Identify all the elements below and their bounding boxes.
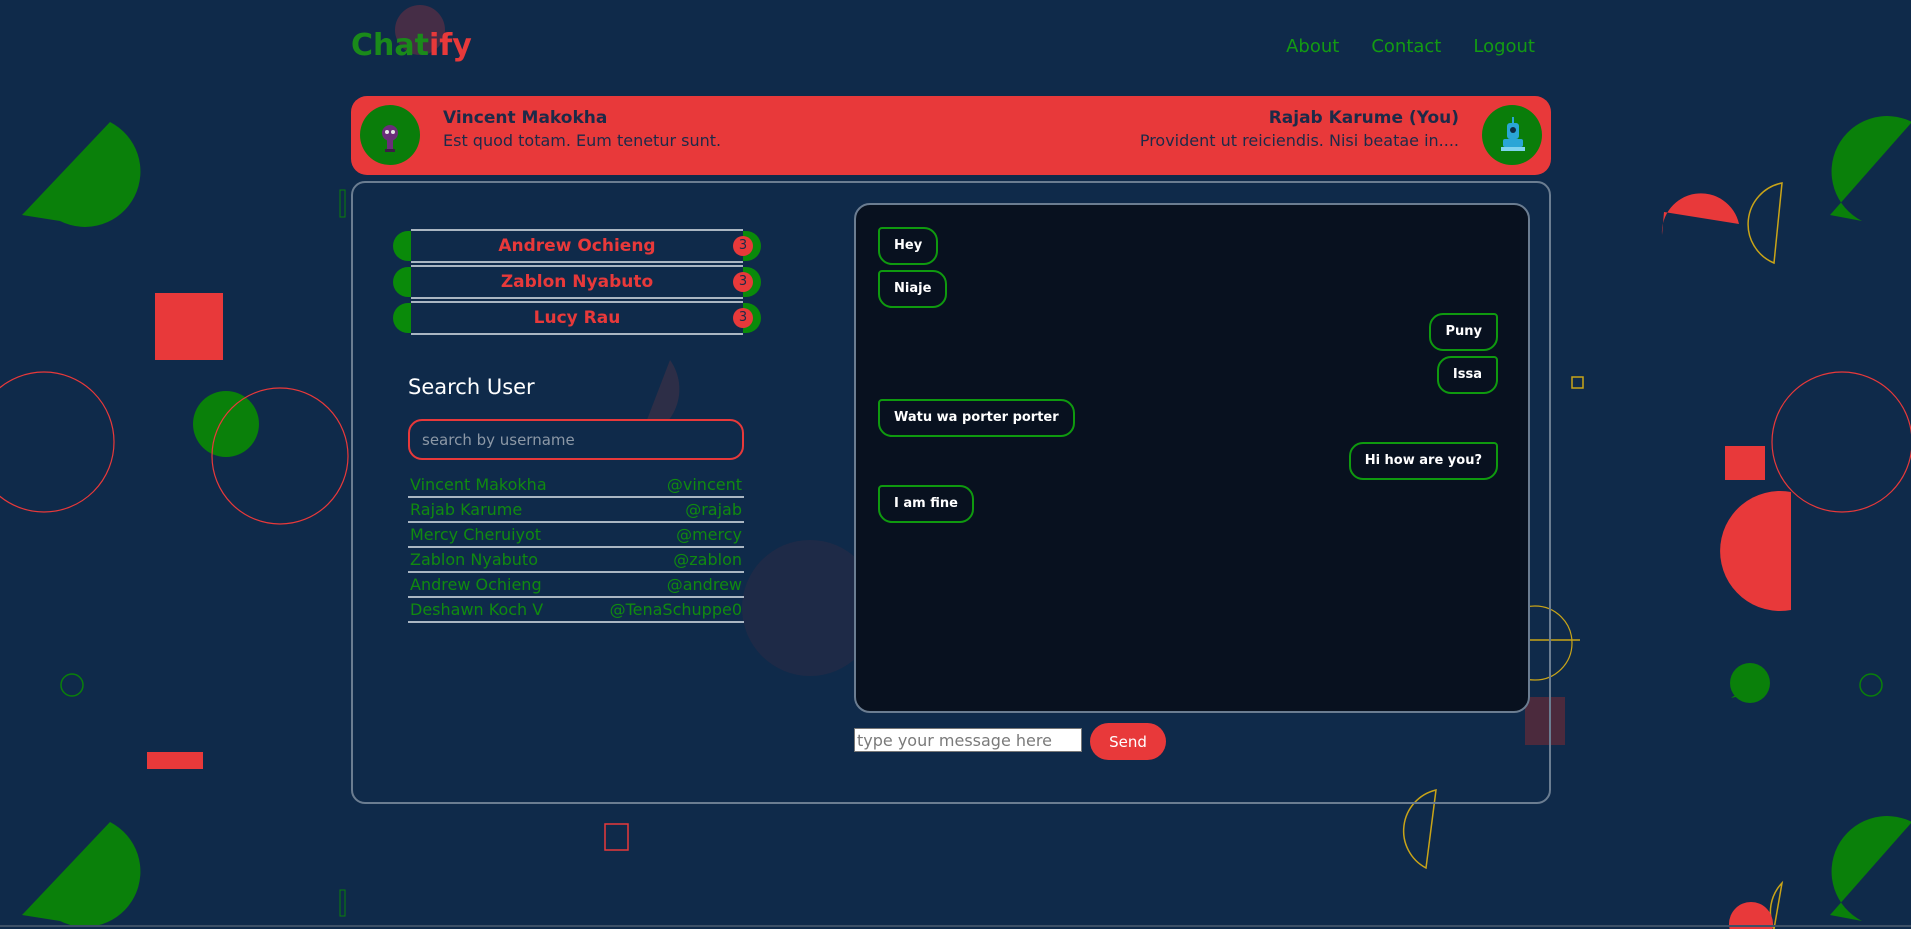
main-panel: Andrew Ochieng 3 Zablon Nyabuto 3 Lucy R… <box>351 181 1551 804</box>
message-bubble-incoming: Watu wa porter porter <box>878 399 1075 437</box>
message-bubble-incoming: I am fine <box>878 485 974 523</box>
contact-status: Est quod totam. Eum tenetur sunt. <box>443 131 722 150</box>
list-item[interactable]: Rajab Karume @rajab <box>408 498 744 523</box>
contact-info: Vincent Makokha Est quod totam. Eum tene… <box>443 108 721 150</box>
self-name: Rajab Karume (You) <box>1268 108 1459 128</box>
user-name: Rajab Karume <box>410 500 523 519</box>
message-bubble-outgoing: Hi how are you? <box>1348 442 1498 480</box>
search-input[interactable] <box>408 419 744 460</box>
user-handle: @zablon <box>673 550 742 569</box>
chat-item[interactable]: Andrew Ochieng 3 <box>393 229 761 263</box>
conversation-banner: Vincent Makokha Est quod totam. Eum tene… <box>351 96 1551 175</box>
user-search-results: Vincent Makokha @vincent Rajab Karume @r… <box>408 473 744 623</box>
chat-item-name: Zablon Nyabuto <box>411 265 743 299</box>
robot-avatar-icon <box>1501 117 1525 151</box>
message-bubble-incoming: Niaje <box>878 270 948 308</box>
nav-logout-link[interactable]: Logout <box>1473 36 1535 57</box>
list-item[interactable]: Andrew Ochieng @andrew <box>408 573 744 598</box>
logo[interactable]: Chatify <box>351 28 472 63</box>
unread-badge: 3 <box>733 308 753 328</box>
chat-window[interactable]: Hey Niaje Puny Issa Watu wa porter porte… <box>854 203 1530 713</box>
list-item[interactable]: Vincent Makokha @vincent <box>408 473 744 498</box>
list-item[interactable]: Zablon Nyabuto @zablon <box>408 548 744 573</box>
recent-chats-list: Andrew Ochieng 3 Zablon Nyabuto 3 Lucy R… <box>393 229 761 337</box>
nav-contact-link[interactable]: Contact <box>1371 36 1441 57</box>
message-bubble-incoming: Hey <box>878 227 939 265</box>
user-handle: @vincent <box>666 475 742 494</box>
message-bubble-outgoing: Puny <box>1429 313 1498 351</box>
message-bubble-outgoing: Issa <box>1436 356 1498 394</box>
user-name: Zablon Nyabuto <box>410 550 538 569</box>
self-info: Rajab Karume (You) Provident ut reiciend… <box>1140 108 1459 150</box>
unread-badge: 3 <box>733 236 753 256</box>
app-container: Chatify About Contact Logout Vincent Mak… <box>351 0 1551 929</box>
contact-name: Vincent Makokha <box>443 108 608 128</box>
contact-avatar <box>360 105 420 165</box>
nav-about-link[interactable]: About <box>1286 36 1339 57</box>
self-status: Provident ut reiciendis. Nisi beatae in.… <box>1139 131 1459 150</box>
chat-item[interactable]: Lucy Rau 3 <box>393 301 761 335</box>
logo-part-chat: Chat <box>351 28 429 63</box>
list-item[interactable]: Mercy Cheruiyot @mercy <box>408 523 744 548</box>
chat-item-name: Andrew Ochieng <box>411 229 743 263</box>
user-name: Vincent Makokha <box>410 475 547 494</box>
unread-badge: 3 <box>733 272 753 292</box>
self-avatar <box>1482 105 1542 165</box>
user-handle: @mercy <box>676 525 742 544</box>
list-item[interactable]: Deshawn Koch V @TenaSchuppe0 <box>408 598 744 623</box>
user-handle: @rajab <box>685 500 742 519</box>
send-button[interactable]: Send <box>1090 723 1166 760</box>
header: Chatify About Contact Logout <box>351 28 1551 68</box>
search-heading: Search User <box>408 375 535 399</box>
robot-avatar-icon <box>382 125 398 152</box>
user-name: Deshawn Koch V <box>410 600 544 619</box>
message-input[interactable] <box>854 728 1082 752</box>
user-name: Mercy Cheruiyot <box>410 525 542 544</box>
chat-item[interactable]: Zablon Nyabuto 3 <box>393 265 761 299</box>
user-handle: @TenaSchuppe0 <box>609 600 742 619</box>
chat-item-name: Lucy Rau <box>411 301 743 335</box>
logo-part-ify: ify <box>428 28 472 63</box>
user-name: Andrew Ochieng <box>410 575 542 594</box>
top-nav: About Contact Logout <box>1286 36 1535 57</box>
user-handle: @andrew <box>666 575 742 594</box>
